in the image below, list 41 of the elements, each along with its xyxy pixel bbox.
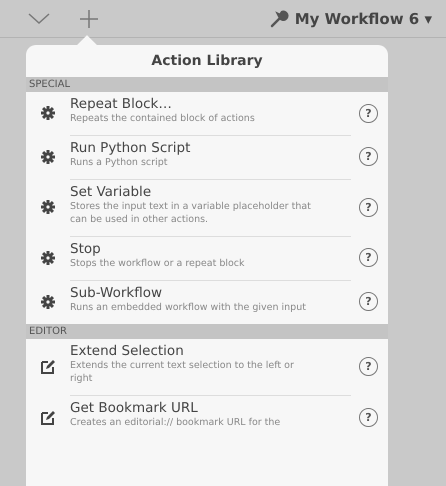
- plus-icon[interactable]: [80, 10, 98, 28]
- action-description: Extends the current text selection to the left or right: [70, 358, 295, 386]
- gear-icon: [41, 150, 55, 164]
- action-title: Sub-Workflow: [70, 284, 164, 301]
- action-title: Set Variable: [70, 184, 152, 200]
- gear-icon: [41, 200, 55, 214]
- action-row[interactable]: Extend Selection Extends the current text selection to the left or right ?: [26, 338, 388, 396]
- action-title: Stop: [70, 241, 102, 258]
- help-button[interactable]: ?: [359, 147, 378, 166]
- action-description: Stores the input text in a variable placeholder that can be used in other actions.: [70, 200, 312, 228]
- help-button[interactable]: ?: [359, 104, 378, 123]
- popover-title: Action Library: [150, 52, 264, 71]
- help-button[interactable]: ?: [359, 248, 378, 268]
- help-button[interactable]: ?: [359, 408, 378, 426]
- action-row[interactable]: Run Python Script Runs a Python script ?: [26, 134, 388, 179]
- action-row[interactable]: Set Variable Stores the input text in a variable placeholder that can be used in other actions. ?: [26, 178, 388, 236]
- action-row[interactable]: Get Bookmark URL Creates an editorial:// bookmark URL for the ?: [26, 395, 388, 439]
- action-row[interactable]: Sub-Workflow Runs an embedded workflow with the given input ?: [26, 280, 388, 324]
- action-description: Stops the workflow or a repeat block: [70, 257, 246, 271]
- action-row[interactable]: Repeat Block… Repeats the contained block of actions ?: [26, 92, 388, 135]
- edit-icon: [40, 410, 56, 424]
- action-description: Creates an editorial:// bookmark URL for the: [70, 416, 282, 430]
- help-button[interactable]: ?: [359, 198, 378, 217]
- gear-icon: [41, 294, 55, 309]
- action-title: Get Bookmark URL: [70, 400, 199, 416]
- section-header: EDITOR: [26, 324, 388, 339]
- chevron-down-icon[interactable]: [28, 12, 50, 24]
- help-button[interactable]: ?: [359, 357, 378, 376]
- gear-icon: [41, 250, 55, 265]
- edit-icon: [40, 359, 56, 374]
- help-button[interactable]: ?: [359, 292, 378, 312]
- action-description: Repeats the contained block of actions: [70, 112, 256, 126]
- section-header: SPECIAL: [26, 77, 388, 92]
- action-title: Extend Selection: [70, 342, 185, 359]
- action-row[interactable]: Stop Stops the workflow or a repeat block ?: [26, 236, 388, 280]
- action-description: Runs an embedded workflow with the given input: [70, 300, 307, 315]
- action-title: Repeat Block…: [70, 96, 173, 112]
- gear-icon: [41, 106, 55, 120]
- workflow-title-button[interactable]: My Workflow 6 ▾: [294, 10, 432, 28]
- action-description: Runs a Python script: [70, 156, 168, 170]
- action-title: Run Python Script: [70, 140, 192, 156]
